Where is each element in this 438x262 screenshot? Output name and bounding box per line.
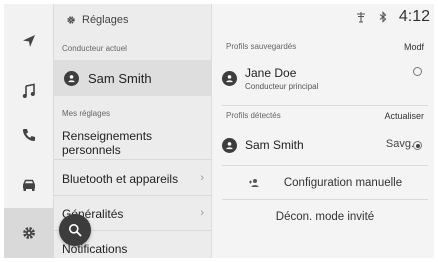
connectivity-icon [356, 12, 365, 23]
guest-logout-label: Décon. mode invité [275, 211, 375, 223]
app-frame: Réglages Conducteur actuel Sam Smith Mes… [4, 4, 434, 258]
gear-icon [23, 227, 35, 239]
my-settings-label: Mes réglages [62, 109, 111, 118]
menu-item-personal-info[interactable]: Renseignements personnels [54, 126, 212, 160]
manual-configuration-label: Configuration manuelle [283, 177, 403, 189]
current-driver-name: Sam Smith [88, 70, 152, 86]
profile-role: Conducteur principal [245, 81, 319, 91]
avatar [222, 70, 237, 86]
current-driver-row[interactable]: Sam Smith [54, 60, 212, 96]
refresh-button[interactable]: Actualiser [384, 111, 424, 121]
profile-radio[interactable] [413, 141, 422, 150]
car-icon [22, 179, 36, 191]
avatar [64, 70, 79, 86]
search-icon [69, 224, 82, 237]
bluetooth-icon [379, 11, 387, 23]
add-person-icon [248, 179, 259, 187]
settings-title-label: Réglages [82, 14, 129, 26]
side-rail [4, 4, 54, 258]
divider [222, 105, 428, 106]
divider [222, 165, 428, 166]
search-button[interactable] [59, 214, 91, 246]
rail-vehicle-button[interactable] [4, 160, 54, 210]
divider [222, 199, 428, 200]
saved-tag: Savg. [385, 138, 414, 150]
rail-phone-button[interactable] [4, 110, 54, 160]
current-driver-label: Conducteur actuel [62, 44, 127, 53]
saved-profiles-label: Profils sauvegardés [226, 42, 297, 51]
profile-name: Sam Smith [245, 138, 304, 152]
music-note-icon [22, 83, 35, 98]
rail-navigation-button[interactable] [4, 16, 54, 66]
guest-logout-button[interactable]: Décon. mode invité [222, 203, 428, 231]
menu-item-label: Bluetooth et appareils [62, 171, 179, 186]
profile-name: Jane Doe [245, 65, 297, 80]
navigation-arrow-icon [23, 35, 35, 47]
edit-profiles-button[interactable]: Modf [404, 42, 424, 52]
menu-item-bluetooth[interactable]: Bluetooth et appareils › [54, 162, 212, 196]
rail-settings-button[interactable] [4, 208, 54, 258]
rail-music-button[interactable] [4, 66, 54, 116]
saved-profile-row[interactable]: Jane Doe Conducteur principal [222, 61, 430, 95]
chevron-right-icon: › [200, 207, 204, 219]
detected-profiles-label: Profils détectés [226, 111, 281, 120]
person-icon [226, 74, 233, 82]
status-bar: 4:12 [355, 8, 430, 26]
clock: 4:12 [398, 8, 430, 25]
profiles-panel: 4:12 Profils sauvegardés Modf Jane Doe C… [212, 4, 434, 258]
person-icon [226, 141, 233, 149]
avatar [222, 137, 237, 153]
menu-item-label: Renseignements personnels [62, 128, 153, 157]
gear-icon [67, 16, 75, 24]
profile-radio[interactable] [413, 67, 422, 76]
person-icon [68, 74, 75, 82]
manual-configuration-button[interactable]: Configuration manuelle [222, 169, 428, 197]
chevron-right-icon: › [200, 172, 204, 184]
detected-profile-row[interactable]: Sam Smith Savg. [222, 134, 430, 156]
phone-icon [23, 129, 35, 141]
settings-title: Réglages [66, 14, 128, 26]
